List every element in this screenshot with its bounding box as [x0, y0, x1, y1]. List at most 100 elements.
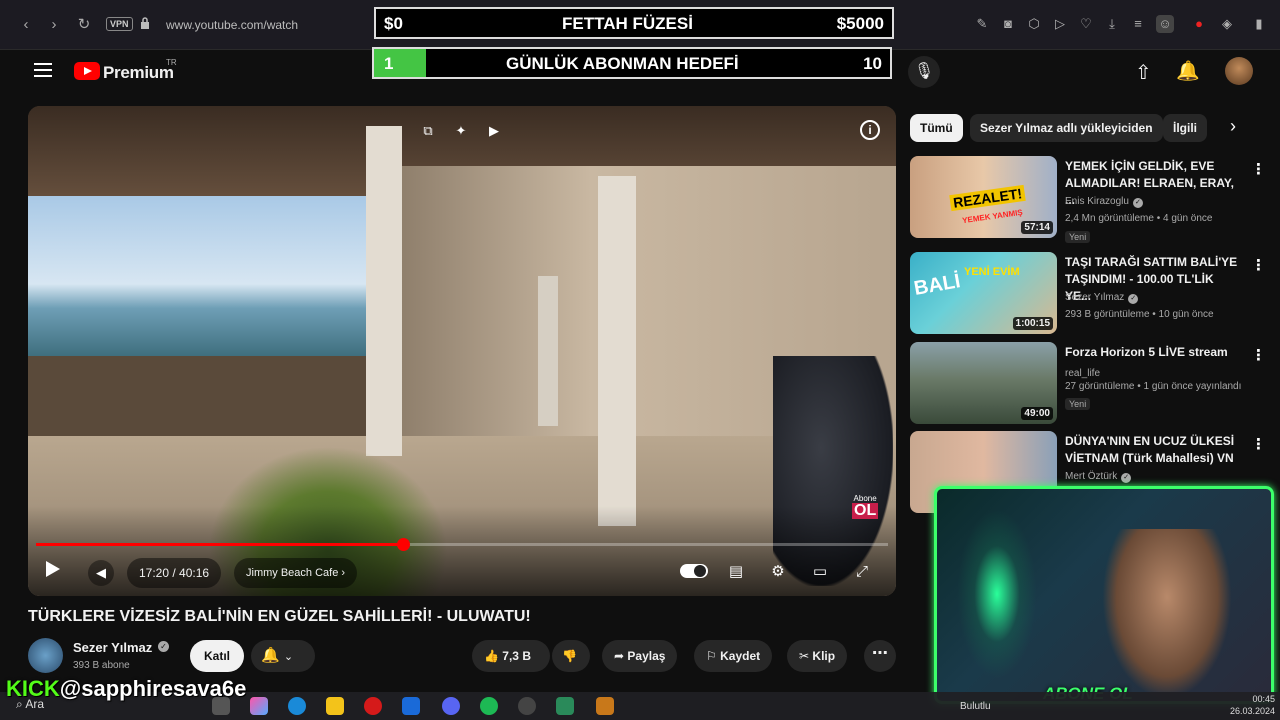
subscribe-watermark[interactable]: Abone OL — [852, 494, 879, 519]
file-explorer-icon[interactable] — [326, 697, 344, 715]
region-code: TR — [166, 58, 177, 67]
join-button[interactable]: Katıl — [190, 640, 245, 672]
video-title[interactable]: Forza Horizon 5 LİVE stream — [1065, 344, 1241, 361]
video-duration: 1:00:15 — [1012, 317, 1053, 330]
youtube-premium-label[interactable]: Premium — [103, 63, 174, 83]
user-avatar[interactable] — [1225, 57, 1253, 85]
chip-from-uploader[interactable]: Sezer Yılmaz adlı yükleyiciden — [970, 114, 1163, 142]
dislike-button[interactable]: 👎 — [552, 640, 590, 672]
recommendation-item[interactable]: REZALET! YEMEK YANMIŞ 57:14 YEMEK İÇİN G… — [910, 156, 1266, 243]
subscription-bell-button[interactable]: 🔔 ⌄ — [251, 640, 315, 672]
fullscreen-icon[interactable]: ⤢ — [851, 561, 873, 583]
goal-progress-fill — [374, 49, 426, 77]
chip-related[interactable]: İlgili — [1163, 114, 1207, 142]
settings-gear-icon[interactable]: ⚙ — [767, 561, 789, 583]
video-thumbnail[interactable]: 49:00 — [910, 342, 1057, 424]
video-title[interactable]: DÜNYA'NIN EN UCUZ ÜLKESİ VİETNAM (Türk M… — [1065, 433, 1241, 467]
channel-name[interactable]: Sezer Yılmaz ✓ — [1065, 292, 1139, 304]
video-title: TÜRKLERE VİZESİZ BALİ'NİN EN GÜZEL SAHİL… — [28, 608, 531, 625]
subtitles-icon[interactable]: ▤ — [725, 561, 747, 583]
volume-icon[interactable]: ◀ — [88, 560, 114, 586]
reload-icon[interactable]: ↻ — [74, 15, 94, 35]
address-bar[interactable]: www.youtube.com/watch — [166, 18, 298, 32]
vpn-badge[interactable]: VPN — [106, 17, 133, 31]
channel-name[interactable]: Enis Kirazoglu ✓ — [1065, 196, 1143, 208]
recommendation-item[interactable]: 49:00 Forza Horizon 5 LİVE stream real_l… — [910, 342, 1266, 426]
heart-icon[interactable]: ♡ — [1077, 15, 1095, 33]
more-options-icon[interactable]: ⋮ — [1251, 160, 1266, 178]
recommendation-item[interactable]: BALİ YENİ EVİM 1:00:15 TAŞI TARAĞI SATTI… — [910, 252, 1266, 336]
more-actions-icon[interactable]: ⋯ — [864, 640, 896, 672]
channel-name[interactable]: Mert Öztürk ✓ — [1065, 471, 1132, 483]
donation-target: $5000 — [836, 14, 884, 33]
app-icon[interactable] — [556, 697, 574, 715]
channel-avatar[interactable] — [28, 638, 63, 673]
new-badge: Yeni — [1065, 398, 1091, 410]
bookmark-icon: ⚐ — [706, 649, 717, 663]
notifications-bell-icon[interactable]: 🔔 — [1176, 59, 1200, 83]
progress-played — [36, 543, 403, 546]
chevron-right-icon[interactable]: › — [1230, 116, 1236, 137]
verified-icon: ✓ — [1132, 198, 1143, 208]
video-thumbnail[interactable]: BALİ YENİ EVİM 1:00:15 — [910, 252, 1057, 334]
edit-icon[interactable]: ✎ — [973, 15, 991, 33]
progress-scrubber[interactable] — [396, 538, 410, 551]
app-icon[interactable] — [596, 697, 614, 715]
profile-icon[interactable]: ☺ — [1156, 15, 1174, 33]
download-icon[interactable]: ⤓ — [1103, 15, 1121, 33]
share-button[interactable]: ➦ Paylaş — [602, 640, 678, 672]
menu-icon[interactable]: ≡ — [1129, 15, 1147, 33]
more-options-icon[interactable]: ⋮ — [1251, 435, 1266, 453]
obs-icon[interactable] — [518, 697, 536, 715]
channel-name[interactable]: Sezer Yılmaz — [73, 640, 152, 655]
discord-icon[interactable] — [442, 697, 460, 715]
mail-icon[interactable] — [402, 697, 420, 715]
progress-bar[interactable] — [36, 538, 888, 551]
copilot-icon[interactable] — [250, 697, 268, 715]
youtube-logo-icon[interactable] — [74, 62, 100, 80]
sidebar-icon[interactable]: ▮ — [1250, 15, 1268, 33]
cube-icon[interactable]: ◈ — [1218, 15, 1236, 33]
chip-all[interactable]: Tümü — [910, 114, 963, 142]
autoplay-toggle[interactable] — [680, 564, 708, 578]
thumbs-down-icon: 👎 — [562, 649, 577, 663]
kick-logo-text: KICK — [6, 676, 60, 701]
video-player[interactable]: ⧉ ✦ ▶ i Abone OL ◀ 17:20 / 40:16 Jimmy Be… — [28, 106, 896, 596]
channel-name[interactable]: real_life — [1065, 368, 1100, 379]
upload-icon[interactable]: ⇧ — [1135, 60, 1152, 85]
edge-icon[interactable] — [288, 697, 306, 715]
opera-taskbar-icon[interactable] — [364, 697, 382, 715]
hamburger-menu-icon[interactable] — [34, 63, 52, 77]
chapter-label: Jimmy Beach Cafe — [246, 567, 339, 579]
more-options-icon[interactable]: ⋮ — [1251, 256, 1266, 274]
verified-icon: ✓ — [1128, 294, 1139, 304]
voice-search-mic-icon[interactable]: 🎙 — [908, 56, 940, 88]
thumbnail-subtext: YEMEK YANMIŞ — [961, 207, 1024, 226]
play-icon[interactable]: ▷ — [1051, 15, 1069, 33]
theater-mode-icon[interactable]: ▭ — [809, 561, 831, 583]
like-button[interactable]: 👍 7,3 B — [472, 640, 550, 672]
sparkle-icon[interactable]: ✦ — [452, 122, 470, 140]
opera-icon[interactable]: ● — [1190, 15, 1208, 33]
weather-label[interactable]: Bulutlu — [960, 701, 991, 712]
info-icon[interactable]: i — [860, 120, 880, 140]
play-icon[interactable] — [46, 561, 60, 577]
scene-pillar — [538, 276, 558, 426]
miniplayer-icon[interactable]: ⧉ — [419, 122, 437, 140]
donation-title: FETTAH FÜZESİ — [562, 14, 693, 33]
camera-icon[interactable]: ◙ — [999, 15, 1017, 33]
more-options-icon[interactable]: ⋮ — [1251, 346, 1266, 364]
forward-icon[interactable]: › — [44, 15, 64, 35]
chapter-button[interactable]: Jimmy Beach Cafe › — [234, 558, 358, 588]
back-icon[interactable]: ‹ — [16, 15, 36, 35]
channel-label: Enis Kirazoglu — [1065, 196, 1129, 207]
taskbar-clock[interactable]: 00:45 26.03.2024 — [1230, 693, 1275, 717]
save-button[interactable]: ⚐ Kaydet — [694, 640, 773, 672]
thumbs-up-icon: 👍 — [484, 649, 499, 663]
shield-icon[interactable]: ⬡ — [1025, 15, 1043, 33]
queue-icon[interactable]: ▶ — [485, 122, 503, 140]
spotify-icon[interactable] — [480, 697, 498, 715]
save-label: Kaydet — [720, 649, 761, 663]
clip-button[interactable]: ✂ Klip — [787, 640, 848, 672]
video-thumbnail[interactable]: REZALET! YEMEK YANMIŞ 57:14 — [910, 156, 1057, 238]
